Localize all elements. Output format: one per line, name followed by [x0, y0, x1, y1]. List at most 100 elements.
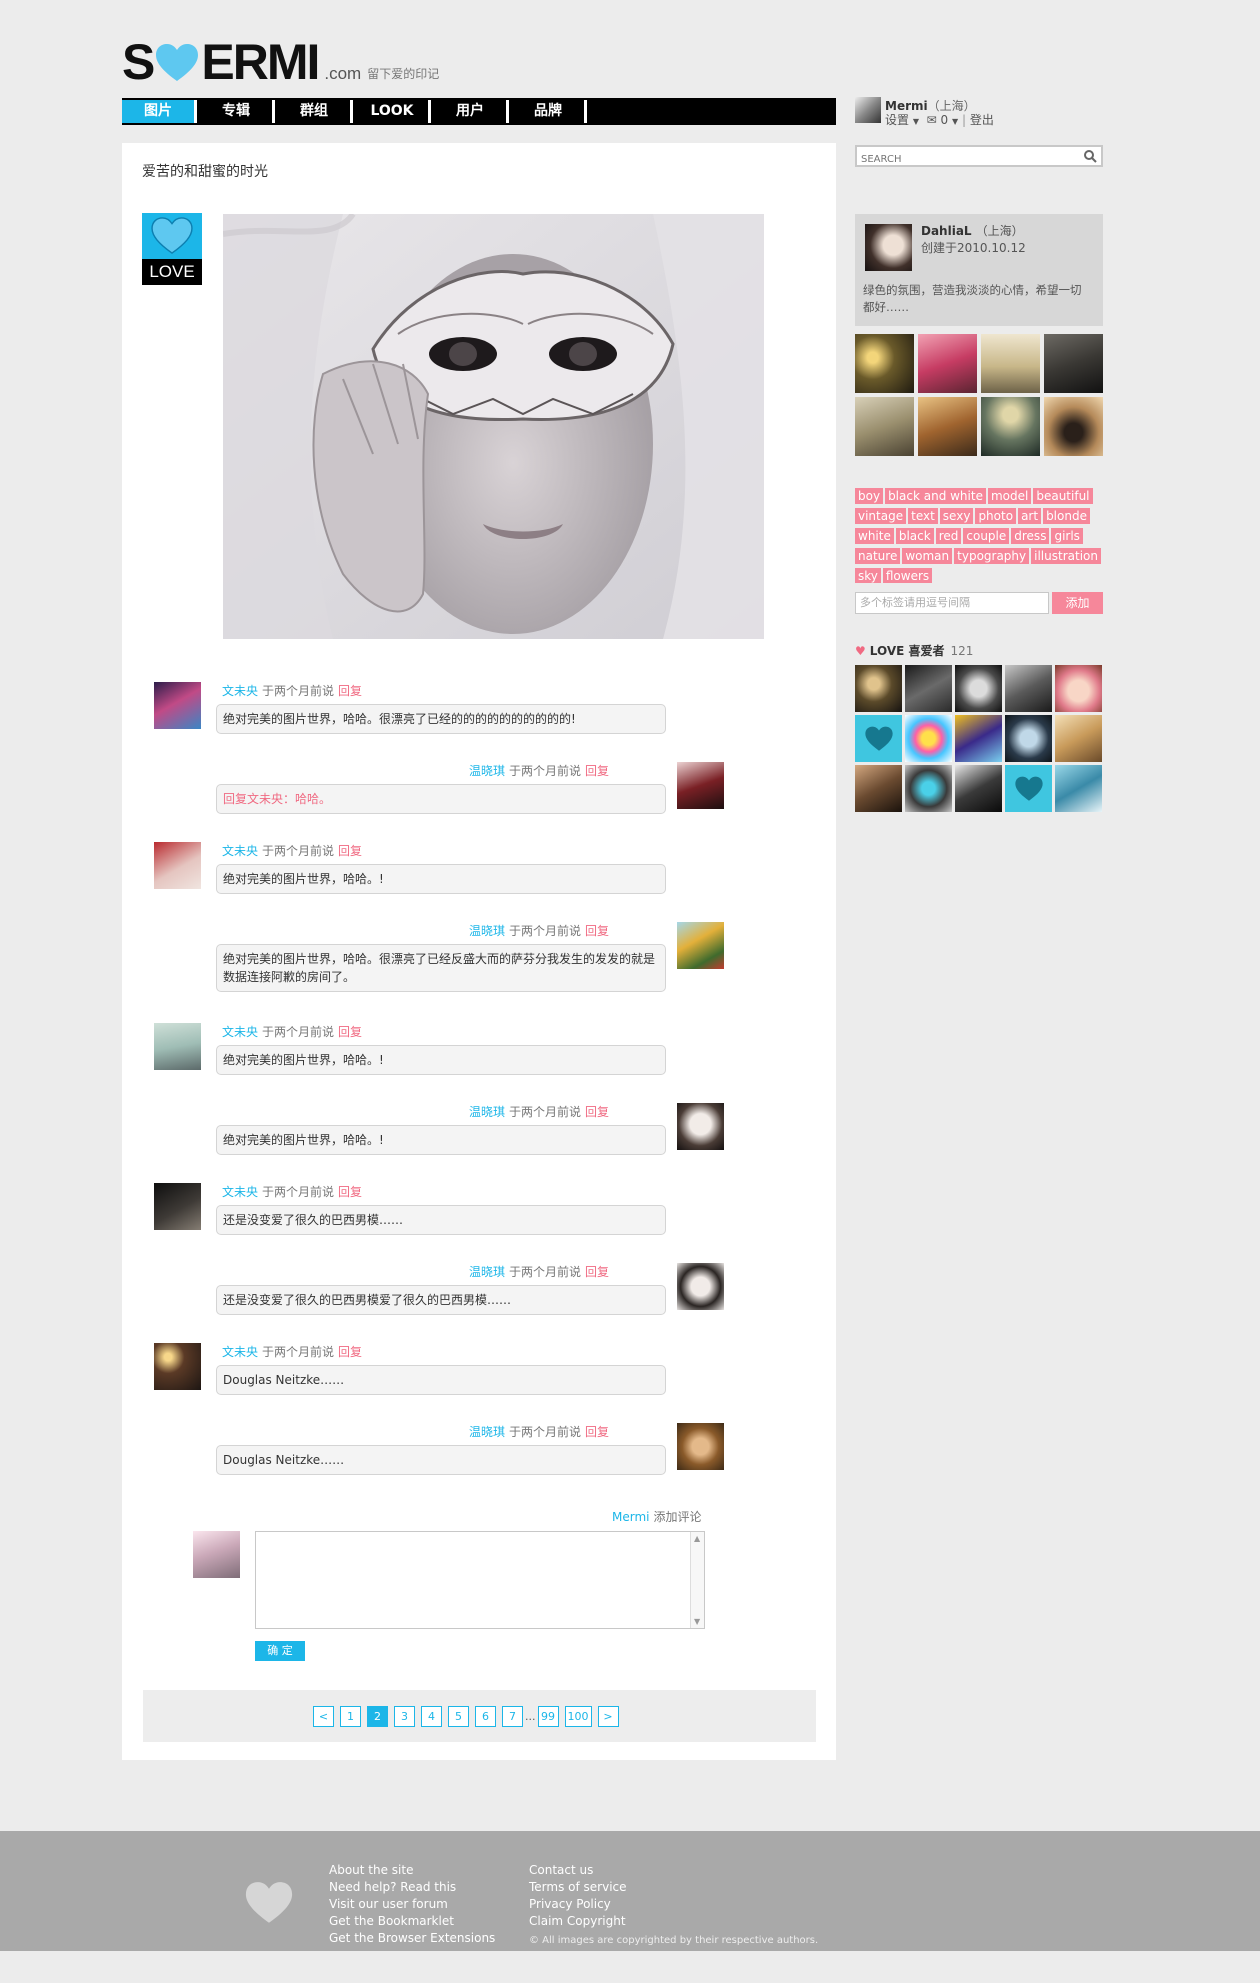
commenter-avatar[interactable] [154, 682, 201, 729]
tag[interactable]: beautiful [1033, 488, 1093, 504]
page-button-current[interactable]: 2 [367, 1706, 388, 1727]
reply-link[interactable]: 回复 [585, 1105, 609, 1119]
messages-dropdown-icon[interactable]: ▼ [952, 117, 958, 126]
commenter-name[interactable]: 文未央 [222, 844, 258, 858]
scroll-down-icon[interactable]: ▼ [694, 1617, 700, 1626]
love-button[interactable]: LOVE [142, 213, 202, 285]
site-logo[interactable]: S ERMI .com 留下爱的印记 [122, 36, 439, 87]
tag[interactable]: red [935, 528, 962, 544]
tag[interactable]: sexy [939, 508, 974, 524]
commenter-name[interactable]: 温晓琪 [469, 1425, 505, 1439]
lover-avatar[interactable] [955, 665, 1002, 712]
page-button[interactable]: 99 [537, 1706, 559, 1727]
tag[interactable]: nature [855, 548, 901, 564]
search-input[interactable] [857, 150, 1057, 169]
current-user-avatar[interactable] [193, 1531, 240, 1578]
current-user-name[interactable]: Mermi [612, 1510, 649, 1524]
tag[interactable]: black and white [885, 488, 986, 504]
tag[interactable]: boy [855, 488, 884, 504]
scroll-up-icon[interactable]: ▲ [694, 1534, 700, 1543]
nav-item-groups[interactable]: 群组 [278, 100, 353, 123]
thumbnail[interactable] [1044, 334, 1103, 393]
commenter-name[interactable]: 温晓琪 [469, 1265, 505, 1279]
lover-avatar[interactable] [1005, 765, 1052, 812]
thumbnail[interactable] [855, 397, 914, 456]
footer-link-copyright[interactable]: Claim Copyright [529, 1913, 818, 1930]
nav-item-look[interactable]: LOOK [356, 100, 431, 123]
nav-item-pictures[interactable]: 图片 [122, 100, 197, 123]
tag[interactable]: woman [902, 548, 953, 564]
tag-input[interactable]: 多个标签请用逗号间隔 [855, 592, 1049, 614]
commenter-avatar[interactable] [677, 922, 724, 969]
commenter-name[interactable]: 文未央 [222, 1185, 258, 1199]
tag[interactable]: dress [1011, 528, 1050, 544]
commenter-name[interactable]: 文未央 [222, 1025, 258, 1039]
thumbnail[interactable] [918, 397, 977, 456]
footer-link-contact[interactable]: Contact us [529, 1862, 818, 1879]
commenter-avatar[interactable] [677, 1103, 724, 1150]
tag[interactable]: sky [855, 568, 881, 583]
page-button[interactable]: 1 [340, 1706, 361, 1727]
tag[interactable]: illustration [1031, 548, 1101, 564]
mail-icon[interactable]: ✉ [927, 113, 937, 127]
reply-link[interactable]: 回复 [585, 924, 609, 938]
tag[interactable]: flowers [882, 568, 933, 583]
page-button[interactable]: 7 [502, 1706, 523, 1727]
thumbnail[interactable] [1044, 397, 1103, 456]
author-avatar[interactable] [865, 224, 912, 271]
page-button[interactable]: 5 [448, 1706, 469, 1727]
commenter-avatar[interactable] [677, 1263, 724, 1310]
footer-link-forum[interactable]: Visit our user forum [329, 1896, 495, 1913]
submit-button[interactable]: 确 定 [255, 1641, 305, 1661]
commenter-name[interactable]: 文未央 [222, 1345, 258, 1359]
search-icon[interactable] [1083, 149, 1097, 163]
commenter-name[interactable]: 温晓琪 [469, 1105, 505, 1119]
tag[interactable]: blonde [1043, 508, 1090, 524]
tag[interactable]: white [855, 528, 894, 544]
page-button[interactable]: 100 [564, 1706, 592, 1727]
lover-avatar[interactable] [955, 765, 1002, 812]
lover-avatar[interactable] [1055, 715, 1102, 762]
nav-item-albums[interactable]: 专辑 [200, 100, 275, 123]
thumbnail[interactable] [981, 397, 1040, 456]
reply-link[interactable]: 回复 [338, 1185, 362, 1199]
reply-link[interactable]: 回复 [585, 764, 609, 778]
lover-avatar[interactable] [1005, 665, 1052, 712]
footer-link-privacy[interactable]: Privacy Policy [529, 1896, 818, 1913]
logout-link[interactable]: 登出 [970, 113, 994, 127]
tag[interactable]: model [987, 488, 1032, 504]
lover-avatar[interactable] [855, 715, 902, 762]
tag[interactable]: photo [975, 508, 1017, 524]
main-photo[interactable] [223, 214, 764, 639]
tag[interactable]: black [895, 528, 934, 544]
reply-link[interactable]: 回复 [338, 1345, 362, 1359]
add-tag-button[interactable]: 添加 [1052, 592, 1103, 614]
lover-avatar[interactable] [905, 765, 952, 812]
commenter-avatar[interactable] [154, 1023, 201, 1070]
lover-avatar[interactable] [1005, 715, 1052, 762]
page-button[interactable]: 3 [394, 1706, 415, 1727]
lover-avatar[interactable] [1055, 765, 1102, 812]
settings-dropdown-icon[interactable]: ▼ [913, 117, 919, 126]
lover-avatar[interactable] [905, 665, 952, 712]
nav-item-brands[interactable]: 品牌 [512, 100, 587, 123]
commenter-name[interactable]: 温晓琪 [469, 924, 505, 938]
tag[interactable]: couple [963, 528, 1010, 544]
prev-page-button[interactable]: < [313, 1706, 334, 1727]
footer-link-extensions[interactable]: Get the Browser Extensions [329, 1930, 495, 1947]
reply-link[interactable]: 回复 [585, 1425, 609, 1439]
commenter-name[interactable]: 文未央 [222, 684, 258, 698]
reply-link[interactable]: 回复 [338, 684, 362, 698]
page-button[interactable]: 4 [421, 1706, 442, 1727]
comment-textarea[interactable]: ▲ ▼ [255, 1531, 705, 1629]
footer-link-bookmarklet[interactable]: Get the Bookmarklet [329, 1913, 495, 1930]
thumbnail[interactable] [855, 334, 914, 393]
lover-avatar[interactable] [955, 715, 1002, 762]
lover-avatar[interactable] [855, 765, 902, 812]
next-page-button[interactable]: > [597, 1706, 619, 1727]
commenter-avatar[interactable] [154, 842, 201, 889]
tag[interactable]: art [1018, 508, 1042, 524]
thumbnail[interactable] [918, 334, 977, 393]
reply-link[interactable]: 回复 [585, 1265, 609, 1279]
nav-item-users[interactable]: 用户 [434, 100, 509, 123]
